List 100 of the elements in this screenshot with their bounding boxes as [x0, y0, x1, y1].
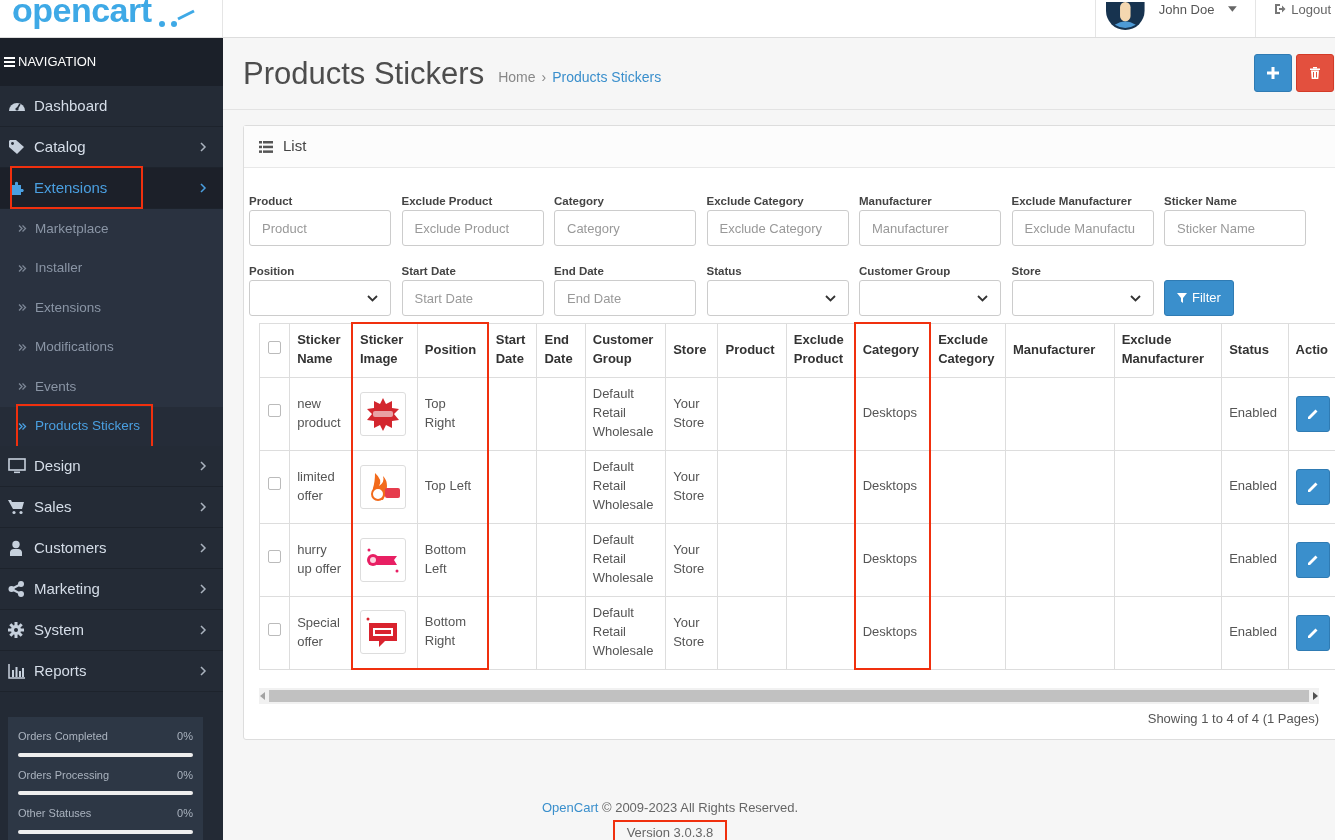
column-header: Status	[1221, 323, 1289, 377]
trash-icon	[1310, 67, 1320, 79]
field-label: Sticker Name	[1164, 194, 1238, 209]
table-cell: Desktops	[862, 478, 917, 494]
edit-button[interactable]	[1295, 541, 1330, 578]
scroll-left-icon[interactable]	[259, 692, 267, 700]
breadcrumb-link[interactable]: Home	[498, 67, 536, 88]
edit-button[interactable]	[1295, 614, 1330, 651]
column-header: Exclude Product	[786, 323, 855, 377]
sidebar-subitem[interactable]: Marketplace	[0, 209, 223, 249]
checkbox[interactable]	[268, 340, 282, 354]
field-label: Exclude Category	[706, 194, 805, 209]
sidebar-item[interactable]: Extensions	[0, 168, 223, 209]
pencil-icon	[1306, 553, 1319, 566]
caret-icon	[1228, 6, 1238, 12]
logout-link[interactable]: Logout	[1291, 0, 1331, 20]
input-field[interactable]: Sticker Name	[1164, 210, 1306, 246]
plus-icon	[1267, 67, 1279, 79]
horizontal-scrollbar[interactable]	[259, 688, 1319, 704]
table-cell: Your Store	[673, 468, 705, 503]
select-field[interactable]	[1011, 280, 1154, 316]
sidebar-item[interactable]: Design	[0, 446, 223, 487]
column-header: Actio	[1288, 323, 1335, 377]
field-label: Store	[1011, 264, 1042, 279]
edit-button[interactable]	[1295, 395, 1330, 432]
checkbox[interactable]	[268, 623, 282, 637]
select-field[interactable]	[249, 280, 391, 316]
add-button[interactable]	[1254, 54, 1292, 92]
field-label: Position	[249, 264, 296, 279]
avatar[interactable]	[1106, 0, 1145, 32]
breadcrumb-link[interactable]: Products Stickers	[552, 67, 662, 88]
tag-icon	[8, 139, 26, 155]
scroll-right-icon[interactable]	[1311, 692, 1319, 700]
edit-button[interactable]	[1295, 468, 1330, 505]
table-cell: Your Store	[673, 614, 705, 649]
field-label: End Date	[554, 264, 605, 279]
field-label: Exclude Manufacturer	[1011, 194, 1133, 209]
input-field[interactable]: Manufacturer	[859, 210, 1001, 246]
table-cell: Enabled	[1229, 405, 1277, 421]
sidebar-subitem[interactable]: Extensions	[0, 288, 223, 328]
table-cell: Your Store	[673, 395, 705, 430]
table-cell: Default Retail Wholesale	[592, 386, 654, 439]
sidebar-subitem[interactable]: Products Stickers	[0, 406, 223, 446]
table-cell: Default Retail Wholesale	[592, 605, 654, 658]
input-field[interactable]: End Date	[554, 280, 696, 316]
input-field[interactable]: Exclude Manufactu	[1011, 210, 1154, 246]
stat-value: 0%	[177, 806, 193, 821]
filter-button[interactable]: Filter	[1164, 280, 1234, 316]
stat-value: 0%	[177, 767, 193, 783]
table-cell: new product	[297, 395, 341, 430]
column-header: Category	[854, 323, 931, 377]
select-field[interactable]	[706, 280, 849, 316]
chevron-down-icon	[1129, 294, 1141, 302]
sidebar-subitem[interactable]: Installer	[0, 248, 223, 288]
input-field[interactable]: Category	[554, 210, 696, 246]
page-title: Products Stickers	[243, 54, 485, 93]
navigation-heading: NAVIGATION	[18, 53, 97, 72]
table-cell: Special offer	[297, 614, 340, 649]
delete-button[interactable]	[1296, 54, 1334, 92]
checkbox[interactable]	[268, 477, 282, 491]
pagination-text: Showing 1 to 4 of 4 (1 Pages)	[1146, 710, 1319, 728]
sidebar-subitem[interactable]: Events	[0, 367, 223, 407]
column-header: Manufacturer	[1005, 323, 1115, 377]
sidebar-subitem[interactable]: Modifications	[0, 327, 223, 367]
chevron-right-icon	[199, 142, 207, 152]
opencart-link[interactable]: OpenCart	[542, 800, 599, 815]
menu-icon[interactable]	[4, 57, 15, 67]
table-cell: limited offer	[297, 468, 335, 503]
field-label: Category	[554, 194, 605, 209]
checkbox[interactable]	[268, 404, 282, 418]
table-cell: Top Right	[424, 395, 456, 430]
stat-value: 0%	[177, 729, 193, 744]
table-cell: Your Store	[673, 541, 705, 576]
table-cell: Desktops	[862, 623, 917, 639]
gear-icon	[8, 622, 26, 638]
table-cell: Enabled	[1229, 551, 1277, 567]
input-field[interactable]: Product	[249, 210, 391, 246]
input-field[interactable]: Exclude Product	[401, 210, 544, 246]
column-header: Start Date	[487, 323, 537, 377]
stat-label: Orders Completed	[18, 729, 108, 744]
column-header: Exclude Category	[930, 323, 1006, 377]
chevron-down-icon	[824, 294, 836, 302]
chevron-right-icon	[199, 502, 207, 512]
table-cell: hurry up offer	[297, 541, 341, 576]
double-chevron-icon	[18, 224, 27, 234]
column-header: Customer Group	[585, 323, 666, 377]
chevron-right-icon	[199, 666, 207, 676]
input-field[interactable]: Start Date	[401, 280, 544, 316]
chevron-right-icon	[199, 461, 207, 471]
table-cell: Enabled	[1229, 478, 1277, 494]
field-label: Status	[706, 264, 743, 279]
checkbox[interactable]	[268, 550, 282, 564]
user-menu[interactable]: John Doe	[1158, 0, 1215, 20]
select-field[interactable]	[859, 280, 1001, 316]
table-cell: Bottom Left	[424, 541, 467, 576]
chevron-down-icon	[977, 294, 988, 302]
input-field[interactable]: Exclude Category	[706, 210, 849, 246]
share-icon	[8, 581, 26, 597]
field-label: Product	[249, 194, 294, 209]
pencil-icon	[1306, 407, 1319, 420]
